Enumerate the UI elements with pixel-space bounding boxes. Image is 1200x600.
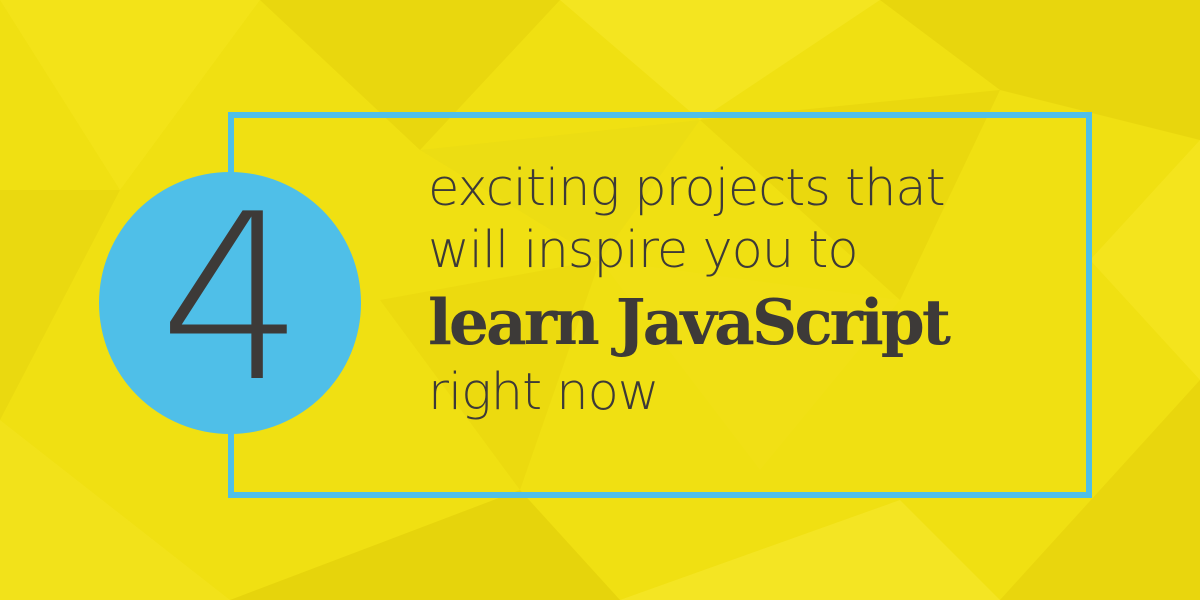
headline-line-4: right now [428,363,660,422]
headline-emphasis: learn JavaScript [428,285,951,359]
headline-line-2: will inspire you to [428,221,859,280]
headline: exciting projects that will inspire you … [428,158,1068,424]
badge-number: 4 [158,166,305,433]
headline-line-1: exciting projects that [428,159,946,218]
number-badge: 4 [99,172,361,434]
